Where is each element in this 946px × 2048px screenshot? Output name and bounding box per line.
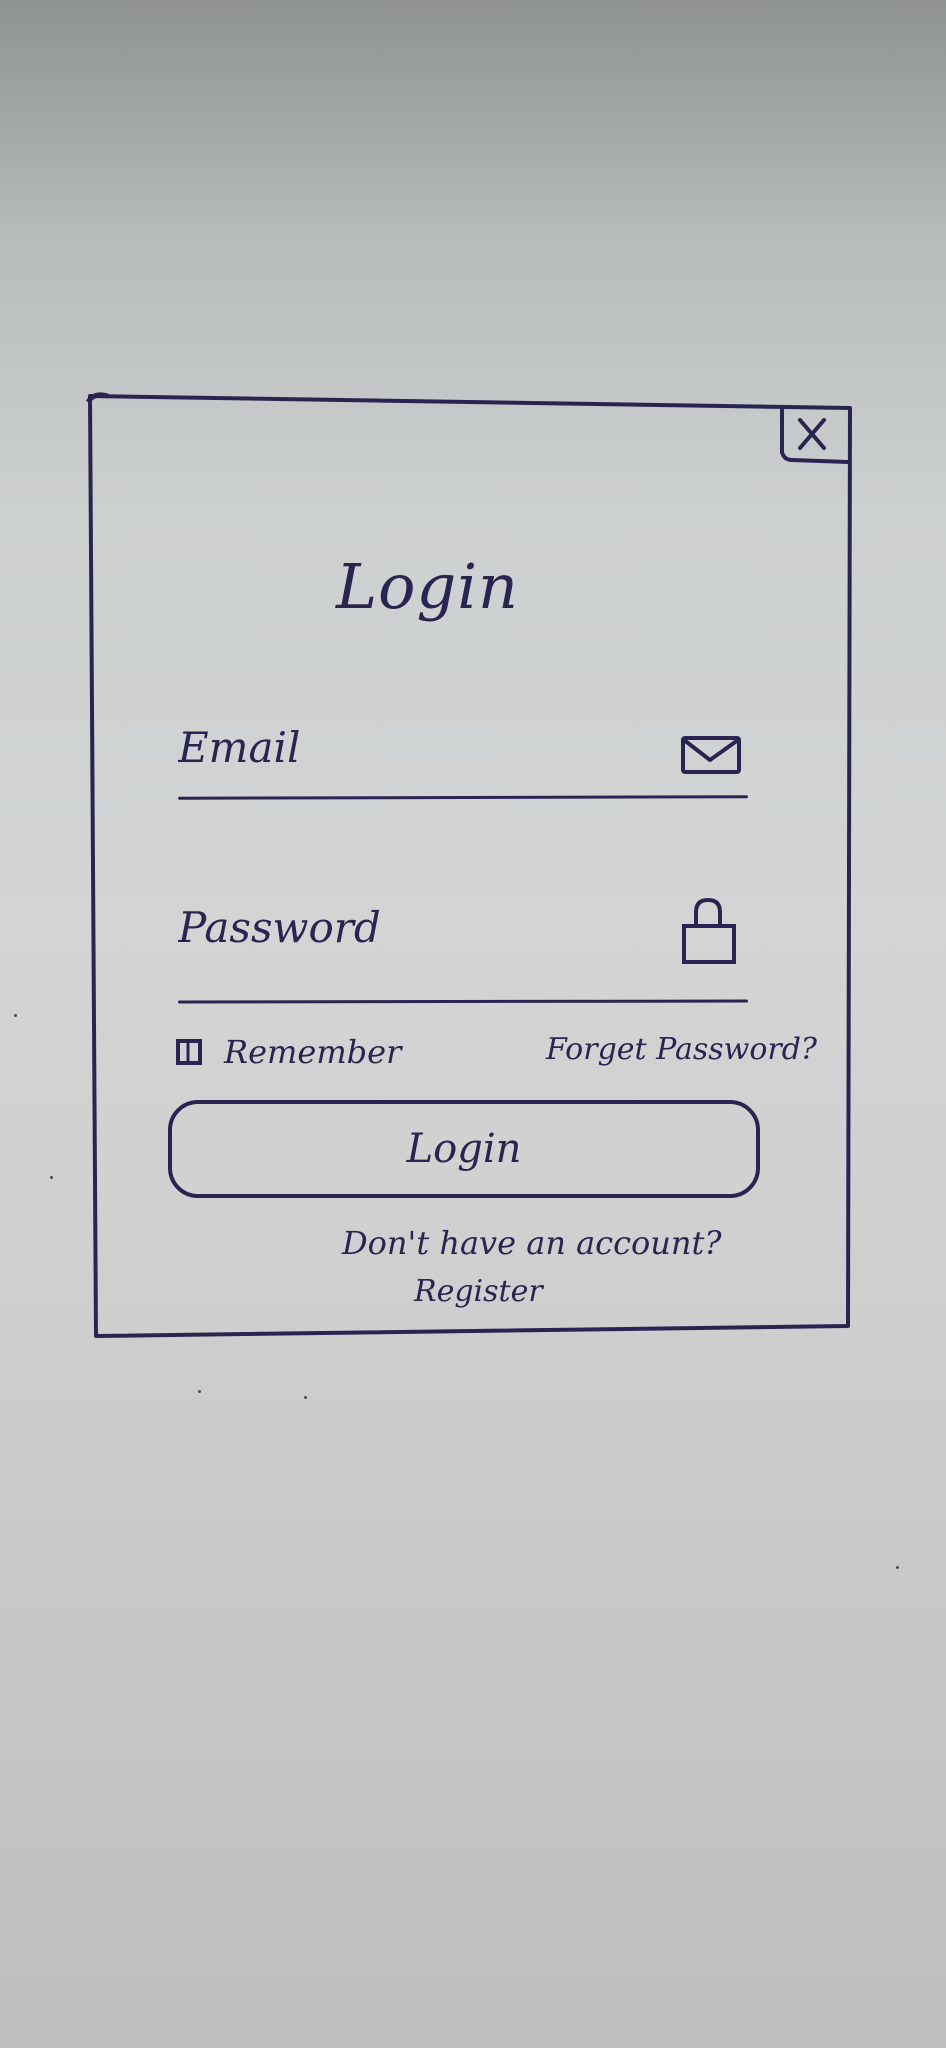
paper-speck: [304, 1396, 307, 1399]
close-icon: [780, 408, 849, 464]
register-prompt: Don't have an account?: [342, 1224, 722, 1262]
paper-speck: [896, 1566, 899, 1569]
email-underline: [177, 795, 749, 800]
password-input[interactable]: [178, 892, 648, 962]
email-field: [177, 712, 749, 802]
password-underline: [177, 999, 749, 1004]
password-field: [177, 892, 749, 1004]
login-button[interactable]: Login: [168, 1100, 760, 1198]
lock-icon: [682, 898, 736, 964]
login-dialog: Login Remember Forget Password? Login Do…: [85, 392, 852, 1338]
paper-speck: [198, 1390, 201, 1393]
mail-icon: [681, 736, 741, 774]
close-button[interactable]: [778, 408, 849, 464]
remember-label: Remember: [224, 1033, 402, 1071]
email-input[interactable]: [178, 712, 648, 782]
paper-speck: [14, 1014, 17, 1017]
remember-checkbox[interactable]: Remember: [176, 1032, 401, 1072]
dialog-title: Login: [336, 550, 519, 623]
paper-speck: [50, 1176, 53, 1179]
checkbox-icon: [176, 1039, 202, 1065]
forgot-password-link[interactable]: Forget Password?: [546, 1032, 817, 1067]
register-link[interactable]: Register: [414, 1274, 543, 1309]
